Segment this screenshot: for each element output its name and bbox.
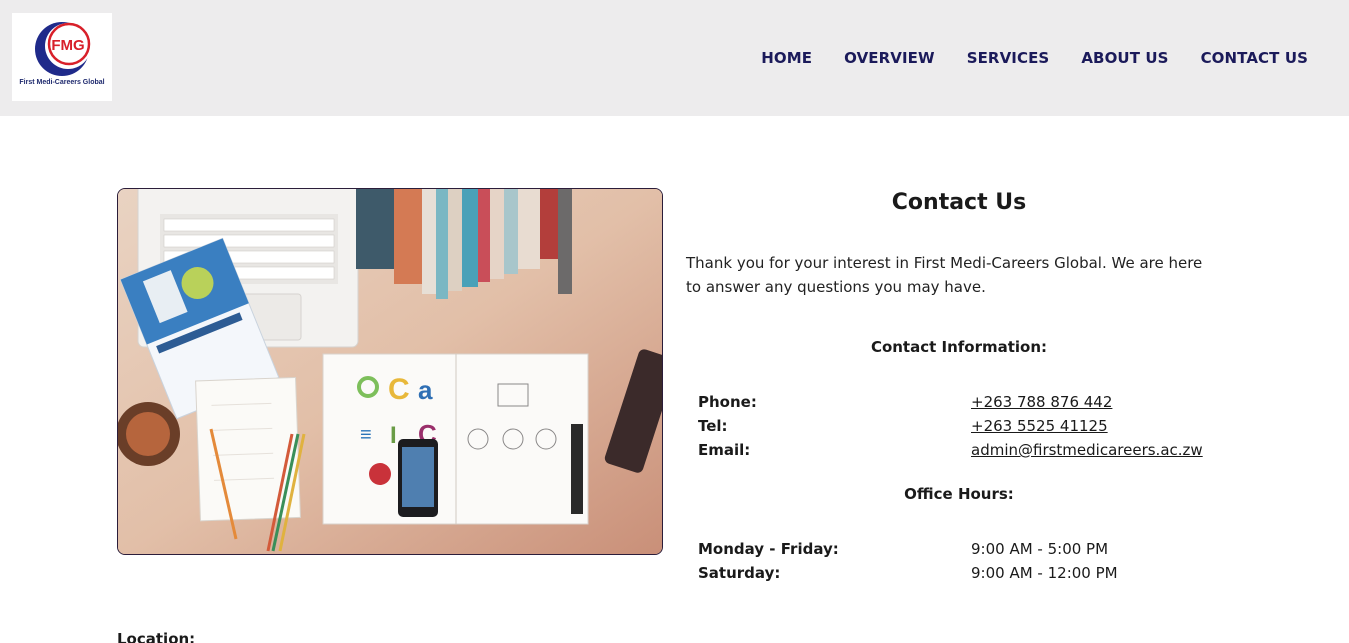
contact-info-table: Phone: +263 788 876 442 Tel: +263 5525 4… [698, 390, 1218, 462]
fmg-logo[interactable]: FMG First Medi-Careers Global [12, 13, 112, 101]
phone-label: Phone: [698, 393, 757, 411]
intro-text: Thank you for your interest in First Med… [686, 254, 1203, 296]
weekdays-label: Monday - Friday: [698, 540, 839, 558]
nav-about-us[interactable]: ABOUT US [1081, 49, 1168, 67]
hours-row-saturday: Saturday: 9:00 AM - 12:00 PM [698, 561, 1218, 585]
phone-link[interactable]: +263 788 876 442 [971, 393, 1112, 411]
logo-initials: FMG [51, 37, 84, 54]
hours-row-weekdays: Monday - Friday: 9:00 AM - 5:00 PM [698, 537, 1218, 561]
tel-link[interactable]: +263 5525 41125 [971, 417, 1108, 435]
office-hours-heading: Office Hours: [904, 485, 1014, 503]
nav-contact-us[interactable]: CONTACT US [1201, 49, 1308, 67]
desk-photo: C a ≡ I C [117, 188, 663, 555]
contact-info-heading: Contact Information: [870, 338, 1048, 356]
contact-row-tel: Tel: +263 5525 41125 [698, 414, 1218, 438]
saturday-hours: 9:00 AM - 12:00 PM [971, 564, 1118, 582]
site-header: FMG First Medi-Careers Global HOME OVERV… [0, 0, 1349, 116]
saturday-label: Saturday: [698, 564, 781, 582]
svg-text:C: C [388, 373, 410, 406]
logo-caption: First Medi-Careers Global [19, 79, 105, 86]
office-hours-table: Monday - Friday: 9:00 AM - 5:00 PM Satur… [698, 537, 1218, 585]
email-label: Email: [698, 441, 751, 459]
nav-home[interactable]: HOME [761, 49, 812, 67]
contact-row-phone: Phone: +263 788 876 442 [698, 390, 1218, 414]
svg-text:≡: ≡ [360, 424, 372, 446]
main-nav: HOME OVERVIEW SERVICES ABOUT US CONTACT … [761, 49, 1308, 67]
nav-overview[interactable]: OVERVIEW [844, 49, 935, 67]
nav-services[interactable]: SERVICES [967, 49, 1050, 67]
email-link[interactable]: admin@firstmedicareers.ac.zw [971, 441, 1203, 459]
weekdays-hours: 9:00 AM - 5:00 PM [971, 540, 1109, 558]
page-title: Contact Us [891, 190, 1027, 215]
logo-emblem: FMG [35, 22, 91, 76]
contact-row-email: Email: admin@firstmedicareers.ac.zw [698, 438, 1218, 462]
svg-text:a: a [418, 375, 433, 405]
svg-text:I: I [390, 422, 397, 449]
tel-label: Tel: [698, 417, 728, 435]
location-heading: Location: [117, 630, 196, 643]
